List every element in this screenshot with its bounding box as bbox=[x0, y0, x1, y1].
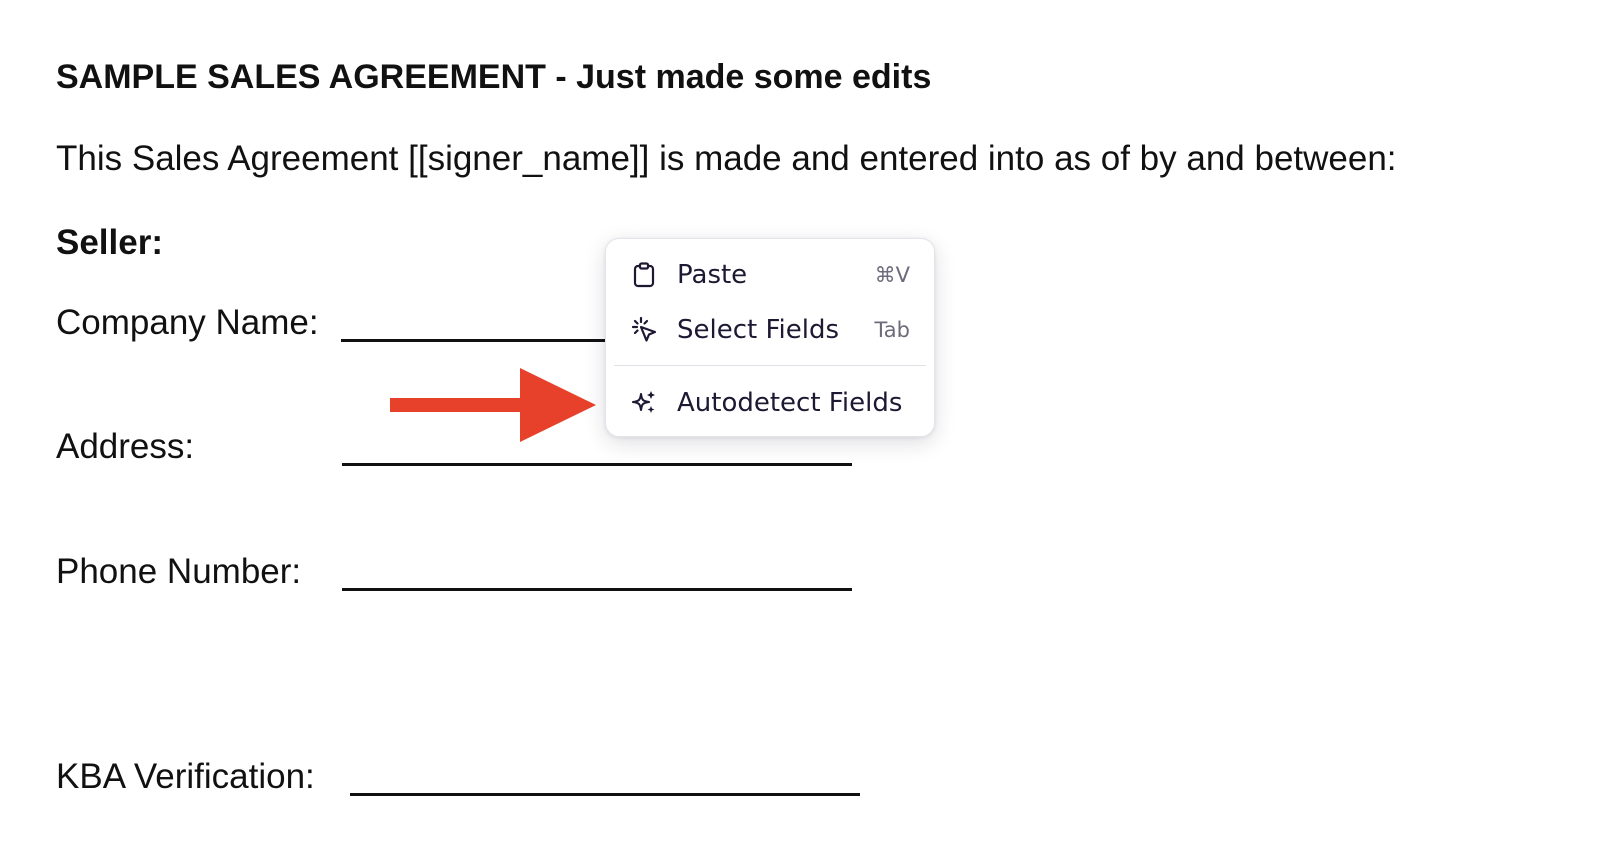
clipboard-icon bbox=[630, 261, 658, 289]
click-cursor-icon bbox=[630, 316, 658, 344]
menu-item-paste[interactable]: Paste ⌘V bbox=[606, 250, 934, 300]
context-menu: Paste ⌘V Select Fields Tab Autodetect Fi… bbox=[605, 238, 935, 437]
address-label: Address: bbox=[56, 427, 195, 466]
kba-verification-blank-line bbox=[350, 793, 860, 796]
company-name-blank-line bbox=[341, 339, 605, 342]
menu-item-select-fields[interactable]: Select Fields Tab bbox=[606, 305, 934, 355]
intro-paragraph: This Sales Agreement [[signer_name]] is … bbox=[56, 139, 1397, 178]
phone-number-blank-line bbox=[342, 588, 852, 591]
company-name-label: Company Name: bbox=[56, 303, 319, 342]
menu-item-label: Paste bbox=[677, 260, 748, 290]
sparkle-icon bbox=[630, 389, 658, 417]
kba-verification-label: KBA Verification: bbox=[56, 757, 315, 796]
address-blank-line bbox=[342, 463, 852, 466]
menu-item-shortcut: Tab bbox=[874, 318, 910, 342]
menu-item-label: Autodetect Fields bbox=[677, 388, 903, 418]
menu-item-autodetect-fields[interactable]: Autodetect Fields bbox=[606, 378, 934, 428]
annotation-arrow-icon bbox=[390, 368, 596, 442]
menu-item-label: Select Fields bbox=[677, 315, 840, 345]
menu-item-shortcut: ⌘V bbox=[874, 263, 910, 287]
menu-separator bbox=[614, 365, 926, 366]
seller-label: Seller: bbox=[56, 223, 163, 262]
document-heading: SAMPLE SALES AGREEMENT - Just made some … bbox=[56, 58, 932, 96]
phone-number-label: Phone Number: bbox=[56, 552, 302, 591]
